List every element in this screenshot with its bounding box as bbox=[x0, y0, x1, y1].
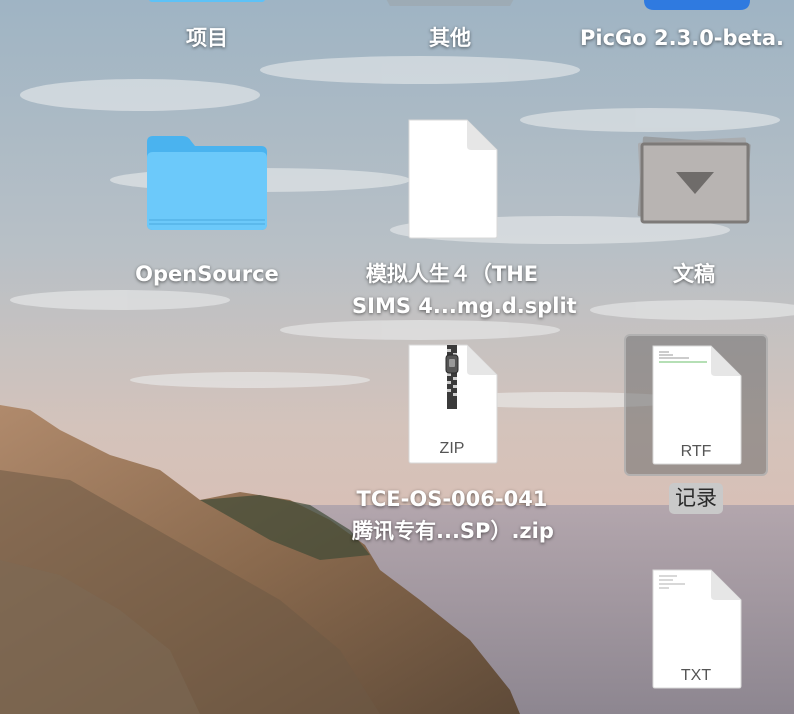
txt-badge: TXT bbox=[681, 667, 711, 684]
rtf-badge: RTF bbox=[681, 443, 712, 460]
desktop-item-opensource-folder[interactable]: OpenSource bbox=[107, 130, 307, 300]
svg-text:RTF: RTF bbox=[681, 443, 712, 460]
item-label: 项目 bbox=[186, 26, 228, 50]
desktop-item-txt[interactable]: TXT bbox=[596, 568, 794, 714]
folder-icon bbox=[149, 0, 265, 2]
desktop-item-tce-zip[interactable]: ZIP TCE-OS-006-041 腾讯专有...SP）.zip bbox=[352, 343, 554, 553]
folder-icon bbox=[147, 136, 267, 230]
item-label: 其他 bbox=[429, 26, 471, 50]
desktop: 项目 其他 PicGo 2.3.0-beta. OpenSource 模拟人生４… bbox=[0, 0, 794, 714]
desktop-item-documents-stack[interactable]: 文稿 bbox=[594, 130, 794, 300]
document-icon bbox=[408, 119, 498, 239]
svg-text:TXT: TXT bbox=[681, 667, 711, 684]
item-label-line2: SIMS 4...mg.d.split bbox=[352, 294, 577, 318]
item-label: PicGo 2.3.0-beta. bbox=[580, 26, 784, 50]
picgo-app-icon bbox=[644, 0, 750, 10]
svg-text:ZIP: ZIP bbox=[440, 440, 465, 457]
desktop-item-sims-split[interactable]: 模拟人生４（THE SIMS 4...mg.d.split bbox=[352, 118, 577, 328]
item-label-line1: 模拟人生４（THE bbox=[365, 262, 539, 286]
documents-stack-icon bbox=[637, 136, 751, 224]
desktop-item-record-rtf[interactable]: RTF 记录 bbox=[596, 334, 794, 524]
item-label: 记录 bbox=[669, 483, 723, 514]
item-label-line1: TCE-OS-006-041 bbox=[356, 487, 548, 511]
item-label: OpenSource bbox=[135, 262, 279, 286]
desktop-item-picgo[interactable]: PicGo 2.3.0-beta. bbox=[580, 0, 794, 68]
desktop-item-other[interactable]: 其他 bbox=[350, 0, 550, 68]
item-label: 文稿 bbox=[673, 262, 715, 286]
zip-badge: ZIP bbox=[440, 440, 465, 457]
desktop-item-project-folder[interactable]: 项目 bbox=[107, 0, 307, 68]
item-label-line2: 腾讯专有...SP）.zip bbox=[352, 519, 554, 543]
generic-file-icon bbox=[386, 0, 514, 6]
